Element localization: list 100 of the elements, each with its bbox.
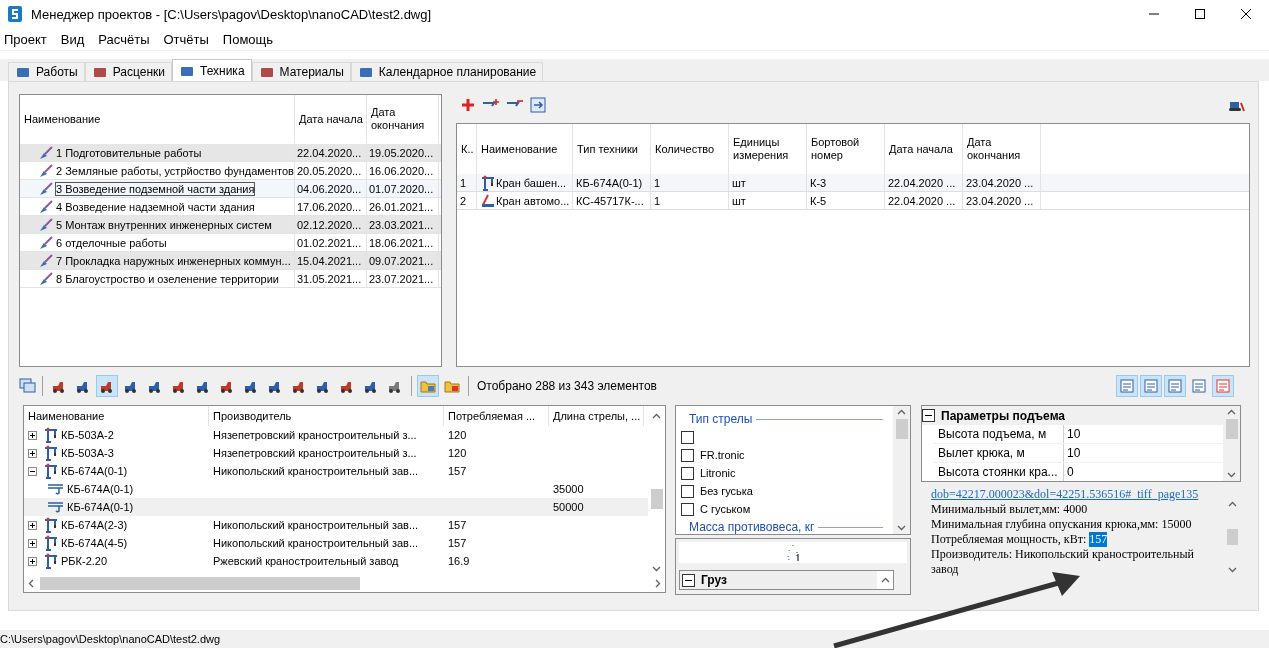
tab[interactable]: Календарное планирование xyxy=(350,62,544,81)
property-value[interactable]: 10 xyxy=(1064,425,1081,443)
machine-filter-button[interactable] xyxy=(96,375,118,397)
table-cell: КБ-674А(2-3) xyxy=(61,519,128,531)
property-name: Вылет крюка, м xyxy=(933,444,1064,462)
tab[interactable]: Работы xyxy=(8,62,85,81)
table-cell: шт xyxy=(732,176,746,189)
collapse-toggle[interactable] xyxy=(922,409,935,422)
scroll-right-icon[interactable] xyxy=(655,579,661,588)
loading-icon xyxy=(787,543,799,562)
menu-item[interactable]: Проект xyxy=(4,31,47,47)
expand-toggle[interactable] xyxy=(28,448,37,458)
table-cell: Кран башен... xyxy=(496,176,567,189)
expand-toggle[interactable] xyxy=(28,430,37,440)
tower-crane-icon xyxy=(43,517,59,533)
tab[interactable]: Материалы xyxy=(251,62,351,81)
tree-row[interactable]: КБ-503А-3 Нязепетровский краностроительный з... 120 xyxy=(24,444,648,462)
table-row[interactable]: 1 Подготовительные работы 22.04.2020... 19.05.2020... xyxy=(20,144,441,162)
expand-toggle[interactable] xyxy=(28,466,37,476)
tree-row[interactable]: КБ-674А(4-5) Никопольский краностроительный зав... 157 xyxy=(24,534,648,552)
menu-item[interactable]: Вид xyxy=(60,31,85,47)
table-export-icon[interactable] xyxy=(530,97,546,113)
tab[interactable]: Расценки xyxy=(84,62,172,81)
table-cell: 6 отделочные работы xyxy=(56,236,167,249)
app-logo-icon xyxy=(7,5,23,23)
property-value[interactable]: 0 xyxy=(1064,463,1074,481)
scroll-down-icon[interactable] xyxy=(1227,472,1236,478)
scrollbar-thumb[interactable] xyxy=(40,577,360,590)
checkbox[interactable] xyxy=(681,484,694,498)
table-cell: 09.07.2021... xyxy=(369,254,434,267)
checkbox[interactable] xyxy=(681,502,694,516)
column-header[interactable]: Дата окончания xyxy=(367,95,439,143)
scroll-up-icon[interactable] xyxy=(652,413,661,419)
tree-row[interactable]: КБ-674А(0-1) 35000 xyxy=(24,480,648,498)
tower-crane-icon xyxy=(43,445,59,461)
table-cell: 23.04.2020 ... xyxy=(966,194,1034,207)
expand-toggle[interactable] xyxy=(28,538,37,548)
column-header[interactable]: Наименование xyxy=(20,95,295,143)
column-header[interactable]: Длина стрелы, ... xyxy=(549,406,644,426)
view-option-button[interactable] xyxy=(1212,375,1234,397)
menu-item[interactable]: Отчёты xyxy=(163,31,209,47)
table-cell: 02.12.2020... xyxy=(297,218,362,231)
column-header[interactable]: Дата начала xyxy=(295,95,367,143)
tower-crane-icon xyxy=(480,174,496,191)
table-row[interactable]: 8 Благоустроство и озеленение территории 31.05.2021... 23.07.2021... xyxy=(20,270,441,288)
table-cell: Ржевский краностроительный завод xyxy=(213,555,399,567)
tab[interactable]: Техника xyxy=(171,59,252,81)
table-cell: 22.04.2020 ... xyxy=(888,194,956,207)
table-cell: 3 Возведение подземной части здания xyxy=(56,182,255,195)
tree-row[interactable]: КБ-503А-2 Нязепетровский краностроительный з... 120 xyxy=(24,426,648,444)
windows-icon[interactable] xyxy=(19,378,37,394)
menu-item[interactable]: Расчёты xyxy=(98,31,150,47)
tower-crane-icon xyxy=(43,463,59,479)
expand-toggle[interactable] xyxy=(28,556,37,566)
scroll-down-icon[interactable] xyxy=(1227,567,1237,573)
table-cell: 20.05.2020... xyxy=(297,164,362,177)
close-icon[interactable] xyxy=(1240,8,1252,20)
checkbox[interactable] xyxy=(681,430,694,444)
table-cell: 04.06.2020... xyxy=(297,182,362,195)
table-cell: 23.04.2020 ... xyxy=(966,176,1034,189)
table-cell: 01.07.2020... xyxy=(369,182,434,195)
scroll-left-icon[interactable] xyxy=(28,579,34,588)
document-link[interactable]: dob=42217.000023&dol=42251.536516#_tiff_page135 xyxy=(931,487,1199,501)
view-option-button[interactable] xyxy=(1140,375,1162,397)
column-header[interactable]: Потребляемая ... xyxy=(444,406,549,426)
scrollbar-thumb[interactable] xyxy=(1225,419,1238,439)
checkbox[interactable] xyxy=(681,466,694,480)
scrollbar-thumb[interactable] xyxy=(895,419,908,439)
tree-row[interactable]: РБК-2.20 Ржевский краностроительный завод 16.9 xyxy=(24,552,648,570)
add-icon[interactable] xyxy=(460,97,476,113)
table-cell: 31.05.2021... xyxy=(297,272,362,285)
property-value[interactable]: 10 xyxy=(1064,444,1081,462)
table-cell: КБ-503А-3 xyxy=(61,447,114,459)
folder-view-button[interactable] xyxy=(417,375,439,397)
tree-row[interactable]: КБ-674А(0-1) 50000 xyxy=(24,498,648,516)
expand-toggle[interactable] xyxy=(28,520,37,530)
maximize-icon[interactable] xyxy=(1194,8,1206,20)
collapse-toggle[interactable] xyxy=(682,573,695,587)
scrollbar-thumb[interactable] xyxy=(650,489,663,509)
column-header[interactable]: Производитель xyxy=(209,406,444,426)
scroll-up-icon[interactable] xyxy=(1227,501,1237,507)
table-row[interactable]: 5 Монтаж внутренних инженерных систем 02.12.2020... 23.03.2021... xyxy=(20,216,441,234)
checkbox[interactable] xyxy=(681,448,694,462)
scroll-up-icon[interactable] xyxy=(1227,409,1236,415)
view-option-button[interactable] xyxy=(1116,375,1138,397)
tree-row[interactable]: КБ-674А(2-3) Никопольский краностроительный зав... 157 xyxy=(24,516,648,534)
table-cell: 1 xyxy=(654,176,661,189)
view-option-button[interactable] xyxy=(1164,375,1186,397)
table-cell: Нязепетровский краностроительный з... xyxy=(213,429,417,441)
table-row[interactable]: 7 Прокладка наружных инженерных коммун... 15.04.2021... 09.07.2021... xyxy=(20,252,441,270)
menu-item[interactable]: Помощь xyxy=(222,31,274,47)
column-header[interactable]: Наименование xyxy=(24,406,209,426)
table-row[interactable]: 3 Возведение подземной части здания 04.06.2020... 01.07.2020... xyxy=(20,180,441,198)
table-cell: 18.06.2021... xyxy=(369,236,434,249)
tree-row[interactable]: КБ-674А(0-1) Никопольский краностроительный зав... 157 xyxy=(24,462,648,480)
scroll-up-icon[interactable] xyxy=(880,577,890,583)
scrollbar-thumb[interactable] xyxy=(1226,529,1238,545)
scroll-down-icon[interactable] xyxy=(897,525,906,531)
scroll-up-icon[interactable] xyxy=(897,409,906,415)
scroll-down-icon[interactable] xyxy=(652,566,661,572)
